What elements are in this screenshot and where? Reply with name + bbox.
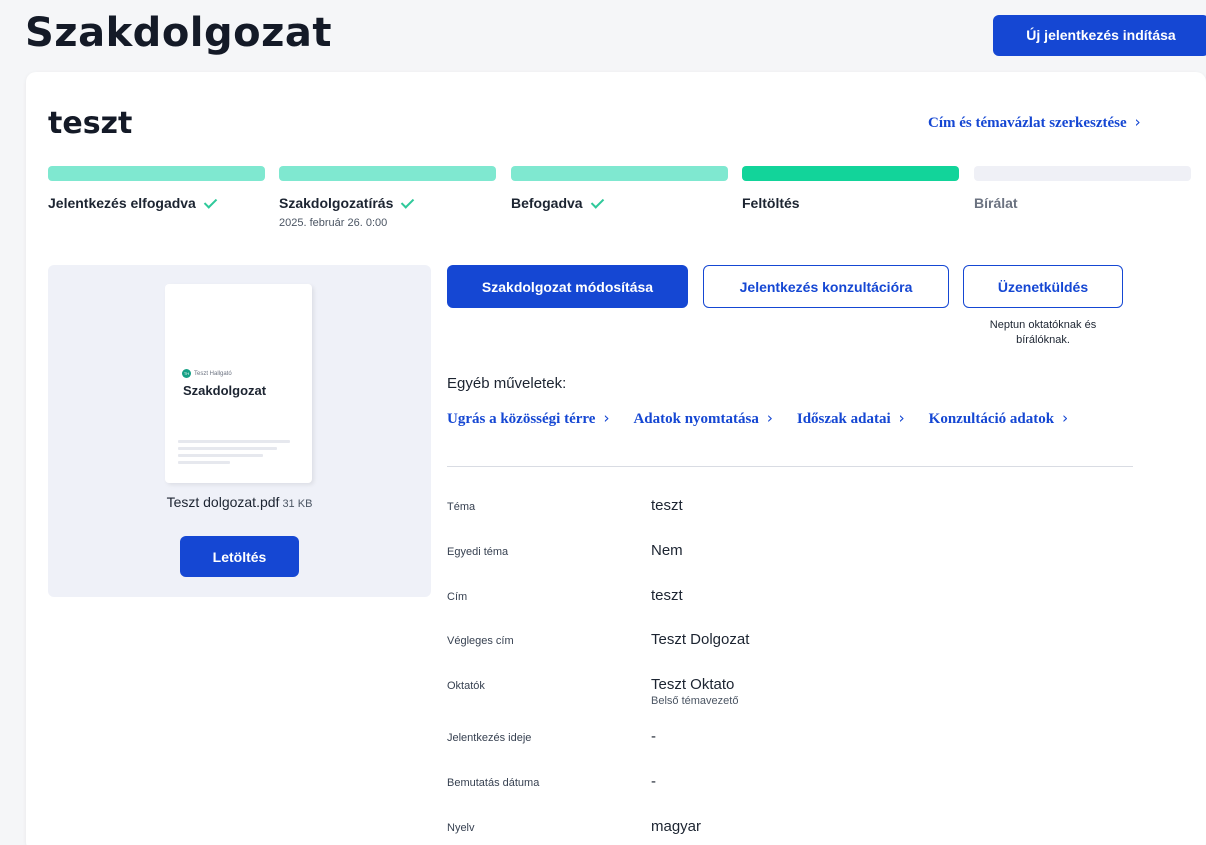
consultation-button[interactable]: Jelentkezés konzultációra — [703, 265, 949, 308]
check-icon — [205, 198, 220, 208]
chevron-right-icon: › — [898, 409, 905, 427]
send-message-button[interactable]: Üzenetküldés — [963, 265, 1123, 308]
chevron-right-icon: › — [1134, 113, 1141, 131]
detail-key: Téma — [447, 501, 476, 513]
avatar: TH — [182, 369, 191, 378]
consultation-data-link[interactable]: Konzultáció adatok › — [929, 409, 1068, 428]
file-name: Teszt dolgozat.pdf — [166, 494, 280, 510]
edit-title-label: Cím és témavázlat szerkesztése — [928, 115, 1127, 131]
other-operations-label: Egyéb műveletek: — [447, 375, 567, 392]
check-icon — [592, 198, 607, 208]
thesis-title: teszt — [48, 106, 133, 141]
detail-value: Teszt Dolgozat — [651, 631, 750, 648]
step-label: Feltöltés — [742, 195, 800, 211]
step-bar — [742, 166, 959, 181]
chevron-right-icon: › — [603, 409, 610, 427]
detail-value: magyar — [651, 818, 702, 835]
document-heading: Szakdolgozat — [183, 383, 267, 398]
download-button[interactable]: Letöltés — [180, 536, 299, 577]
document-text-lines — [178, 440, 290, 468]
step-label: Jelentkezés elfogadva — [48, 195, 196, 211]
document-author: Teszt Hallgató — [194, 370, 232, 377]
step-bar — [511, 166, 728, 181]
detail-key: Cím — [447, 591, 468, 603]
detail-key: Végleges cím — [447, 635, 514, 647]
divider — [447, 466, 1133, 467]
detail-value: teszt — [651, 497, 683, 514]
check-icon — [402, 198, 417, 208]
message-note: Neptun oktatóknak és bírálóknak. — [989, 319, 1097, 346]
other-operations-links: Ugrás a közösségi térre › Adatok nyomtatá… — [447, 409, 1068, 428]
detail-key: Oktatók — [447, 680, 485, 692]
edit-title-link[interactable]: Cím és témavázlat szerkesztése › — [928, 113, 1141, 132]
detail-key: Jelentkezés ideje — [447, 732, 532, 744]
step-review: Bírálat — [974, 166, 1191, 211]
file-size: 31 KB — [282, 498, 313, 510]
chevron-right-icon: › — [1062, 409, 1069, 427]
step-writing: Szakdolgozatírás 2025. február 26. 0:00 — [279, 166, 496, 229]
step-bar — [48, 166, 265, 181]
detail-key: Egyedi téma — [447, 546, 509, 558]
detail-key: Nyelv — [447, 822, 475, 834]
detail-value: - — [651, 773, 656, 790]
step-date: 2025. február 26. 0:00 — [279, 217, 388, 229]
document-panel: TH Teszt Hallgató Szakdolgozat Teszt dol… — [48, 265, 431, 597]
step-label: Befogadva — [511, 195, 583, 211]
print-data-link[interactable]: Adatok nyomtatása › — [633, 409, 772, 428]
detail-value: - — [651, 728, 656, 745]
chevron-right-icon: › — [766, 409, 773, 427]
step-bar — [974, 166, 1191, 181]
new-application-button[interactable]: Új jelentkezés indítása — [993, 15, 1206, 56]
step-bar — [279, 166, 496, 181]
step-upload: Feltöltés — [742, 166, 959, 211]
community-link[interactable]: Ugrás a közösségi térre › — [447, 409, 609, 428]
detail-value: Nem — [651, 542, 683, 559]
modify-thesis-button[interactable]: Szakdolgozat módosítása — [447, 265, 688, 308]
file-info: Teszt dolgozat.pdf 31 KB — [48, 494, 431, 510]
document-thumbnail[interactable]: TH Teszt Hallgató Szakdolgozat — [165, 284, 312, 483]
detail-value: teszt — [651, 587, 683, 604]
step-received: Befogadva — [511, 166, 728, 211]
detail-subvalue: Belső témavezető — [651, 695, 739, 707]
step-label: Szakdolgozatírás — [279, 195, 394, 211]
page-title: Szakdolgozat — [25, 10, 333, 56]
detail-value: Teszt Oktato — [651, 676, 735, 693]
step-accepted: Jelentkezés elfogadva — [48, 166, 265, 211]
progress-steps: Jelentkezés elfogadva Szakdolgozatírás 2… — [48, 166, 1193, 236]
detail-key: Bemutatás dátuma — [447, 777, 540, 789]
period-data-link[interactable]: Időszak adatai › — [797, 409, 905, 428]
step-label: Bírálat — [974, 195, 1018, 211]
